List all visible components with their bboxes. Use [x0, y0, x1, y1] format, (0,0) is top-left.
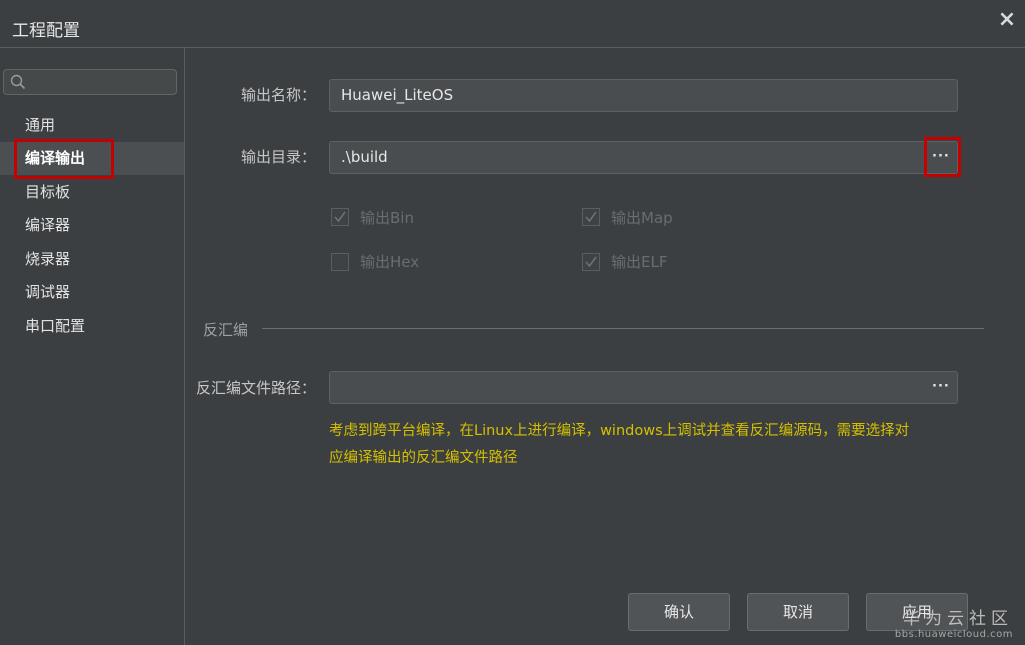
output-dir-field[interactable]: .\build: [329, 141, 958, 174]
section-divider: [262, 328, 984, 329]
hint-line-2: 应编译输出的反汇编文件路径: [329, 450, 518, 466]
watermark-main: 华为云社区: [903, 609, 1013, 629]
sidebar-item-flasher[interactable]: 烧录器: [0, 243, 184, 276]
sidebar-item-compiler[interactable]: 编译器: [0, 209, 184, 242]
output-hex-checkbox[interactable]: [331, 253, 349, 271]
cancel-button[interactable]: 取消: [747, 593, 849, 631]
check-icon: [585, 211, 597, 223]
sidebar-item-build-output[interactable]: 编译输出: [0, 142, 184, 175]
sidebar: 通用 编译输出 目标板 编译器 烧录器 调试器 串口配置: [0, 48, 185, 645]
disassembly-path-label: 反汇编文件路径：: [195, 379, 316, 397]
output-elf-checkbox[interactable]: [582, 253, 600, 271]
title-bar: 工程配置 ×: [0, 0, 1025, 48]
output-bin-checkbox[interactable]: [331, 208, 349, 226]
sidebar-item-serial-config[interactable]: 串口配置: [0, 310, 184, 343]
search-icon: [10, 74, 26, 90]
output-name-label: 输出名称：: [240, 86, 316, 104]
sidebar-item-debugger[interactable]: 调试器: [0, 276, 184, 309]
ok-button[interactable]: 确认: [628, 593, 730, 631]
close-icon[interactable]: ×: [997, 9, 1017, 31]
sidebar-item-target-board[interactable]: 目标板: [0, 176, 184, 209]
output-name-field[interactable]: Huawei_LiteOS: [329, 79, 958, 112]
disassembly-path-browse-button[interactable]: ···: [932, 379, 950, 394]
window-title: 工程配置: [12, 21, 80, 41]
output-dir-browse-button[interactable]: ···: [932, 149, 950, 164]
watermark: 华为云社区 bbs.huaweicloud.com: [895, 604, 1013, 640]
output-bin-label: 输出Bin: [360, 209, 414, 227]
hint-line-1: 考虑到跨平台编译，在Linux上进行编译，windows上调试并查看反汇编源码，…: [329, 423, 910, 439]
check-icon: [334, 211, 346, 223]
disassembly-hint: 考虑到跨平台编译，在Linux上进行编译，windows上调试并查看反汇编源码，…: [329, 418, 959, 472]
output-dir-label: 输出目录：: [240, 148, 316, 166]
disassembly-section-title: 反汇编: [203, 321, 249, 339]
output-map-checkbox[interactable]: [582, 208, 600, 226]
disassembly-path-field[interactable]: [329, 371, 958, 404]
search-input[interactable]: [3, 69, 177, 95]
output-elf-label: 输出ELF: [611, 253, 668, 271]
output-hex-label: 输出Hex: [360, 253, 420, 271]
watermark-sub: bbs.huaweicloud.com: [894, 629, 1013, 640]
sidebar-item-general[interactable]: 通用: [0, 109, 184, 142]
output-map-label: 输出Map: [611, 209, 673, 227]
check-icon: [585, 256, 597, 268]
